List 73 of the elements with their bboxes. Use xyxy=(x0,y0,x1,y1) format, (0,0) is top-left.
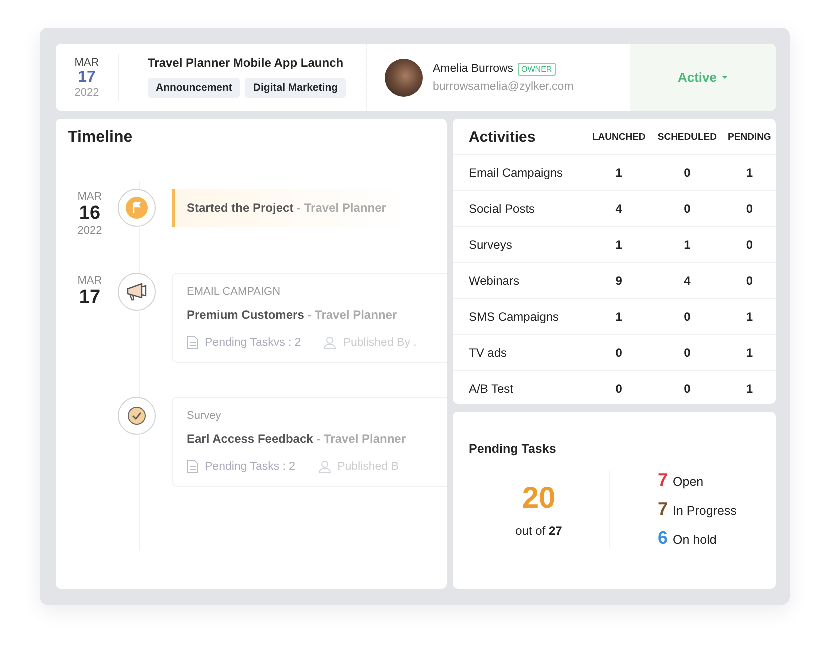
tag: Digital Marketing xyxy=(245,78,346,98)
owner-name: Amelia Burrows xyxy=(433,63,514,75)
table-cell: 1 xyxy=(723,154,776,190)
table-cell: 4 xyxy=(586,190,652,226)
owner-email: burrowsamelia@zylker.com xyxy=(433,80,574,92)
done-count: 20 xyxy=(522,482,556,516)
date-year: 2022 xyxy=(74,86,100,98)
table-cell: 0 xyxy=(723,262,776,298)
caret-icon xyxy=(722,76,728,79)
event-year: 2022 xyxy=(78,225,102,237)
table-cell: 1 xyxy=(586,154,652,190)
table-cell: Social Posts xyxy=(453,190,587,226)
date-day: 17 xyxy=(78,68,96,86)
pending-tasks-title: Pending Tasks xyxy=(469,442,558,456)
table-cell: 1 xyxy=(723,334,776,370)
table-cell: 1 xyxy=(652,226,724,262)
table-cell: SMS Campaigns xyxy=(453,298,587,334)
column-header: PENDING xyxy=(723,119,776,154)
project-title: Travel Planner Mobile App Launch xyxy=(148,56,345,70)
document-icon xyxy=(187,460,199,474)
status-label: In Progress xyxy=(673,504,737,518)
column-header: SCHEDULED xyxy=(652,119,724,154)
document-icon xyxy=(187,336,199,350)
avatar xyxy=(385,58,423,96)
event-month: MAR xyxy=(78,275,102,287)
event-title: Premium Customers - Travel Planner xyxy=(187,308,398,322)
date-month: MAR xyxy=(74,56,100,68)
flag-icon xyxy=(126,197,148,219)
table-cell: 9 xyxy=(586,262,652,298)
user-icon xyxy=(318,460,332,474)
table-cell: A/B Test xyxy=(453,370,587,406)
megaphone-icon xyxy=(125,281,149,303)
table-cell: TV ads xyxy=(453,334,587,370)
table-cell: 0 xyxy=(723,190,776,226)
table-cell: 1 xyxy=(586,298,652,334)
activities-title: Activities xyxy=(453,119,587,154)
event-month: MAR xyxy=(78,191,102,203)
check-icon xyxy=(127,406,147,426)
user-icon xyxy=(323,336,338,350)
table-cell: 1 xyxy=(586,226,652,262)
table-cell: Surveys xyxy=(453,226,587,262)
table-cell: 0 xyxy=(652,370,724,406)
table-cell: 1 xyxy=(723,298,776,334)
table-cell: 0 xyxy=(586,370,652,406)
table-cell: 0 xyxy=(723,226,776,262)
table-cell: 4 xyxy=(652,262,724,298)
pending-tasks-text: Pending Tasks : 2 xyxy=(205,461,296,473)
owner-badge: OWNER xyxy=(518,62,556,76)
column-header: LAUNCHED xyxy=(586,119,652,154)
status-count: 7 xyxy=(658,470,668,491)
table-cell: Email Campaigns xyxy=(453,154,587,190)
event-category: Survey xyxy=(187,410,222,422)
milestone-title: Started the Project - Travel Planner xyxy=(187,201,386,215)
pending-tasks-text: Pending Taskvs : 2 xyxy=(205,337,302,349)
status-count: 6 xyxy=(658,528,668,549)
table-cell: 0 xyxy=(652,154,724,190)
status-label: Open xyxy=(673,475,704,489)
table-cell: 0 xyxy=(652,298,724,334)
status-count: 7 xyxy=(658,499,668,520)
table-cell: Webinars xyxy=(453,262,587,298)
event-day: 17 xyxy=(68,287,112,309)
event-category: EMAIL CAMPAIGN xyxy=(187,286,282,298)
event-title: Earl Access Feedback - Travel Planner xyxy=(187,432,406,446)
timeline-title: Timeline xyxy=(68,129,134,147)
table-cell: 0 xyxy=(652,190,724,226)
total-text: out of 27 xyxy=(516,524,562,538)
table-cell: 1 xyxy=(723,370,776,406)
table-cell: 0 xyxy=(652,334,724,370)
status-dropdown[interactable]: Active xyxy=(630,44,776,111)
event-day: 16 xyxy=(68,203,112,225)
tag: Announcement xyxy=(148,78,240,98)
status-label: On hold xyxy=(673,533,717,547)
table-cell: 0 xyxy=(586,334,652,370)
